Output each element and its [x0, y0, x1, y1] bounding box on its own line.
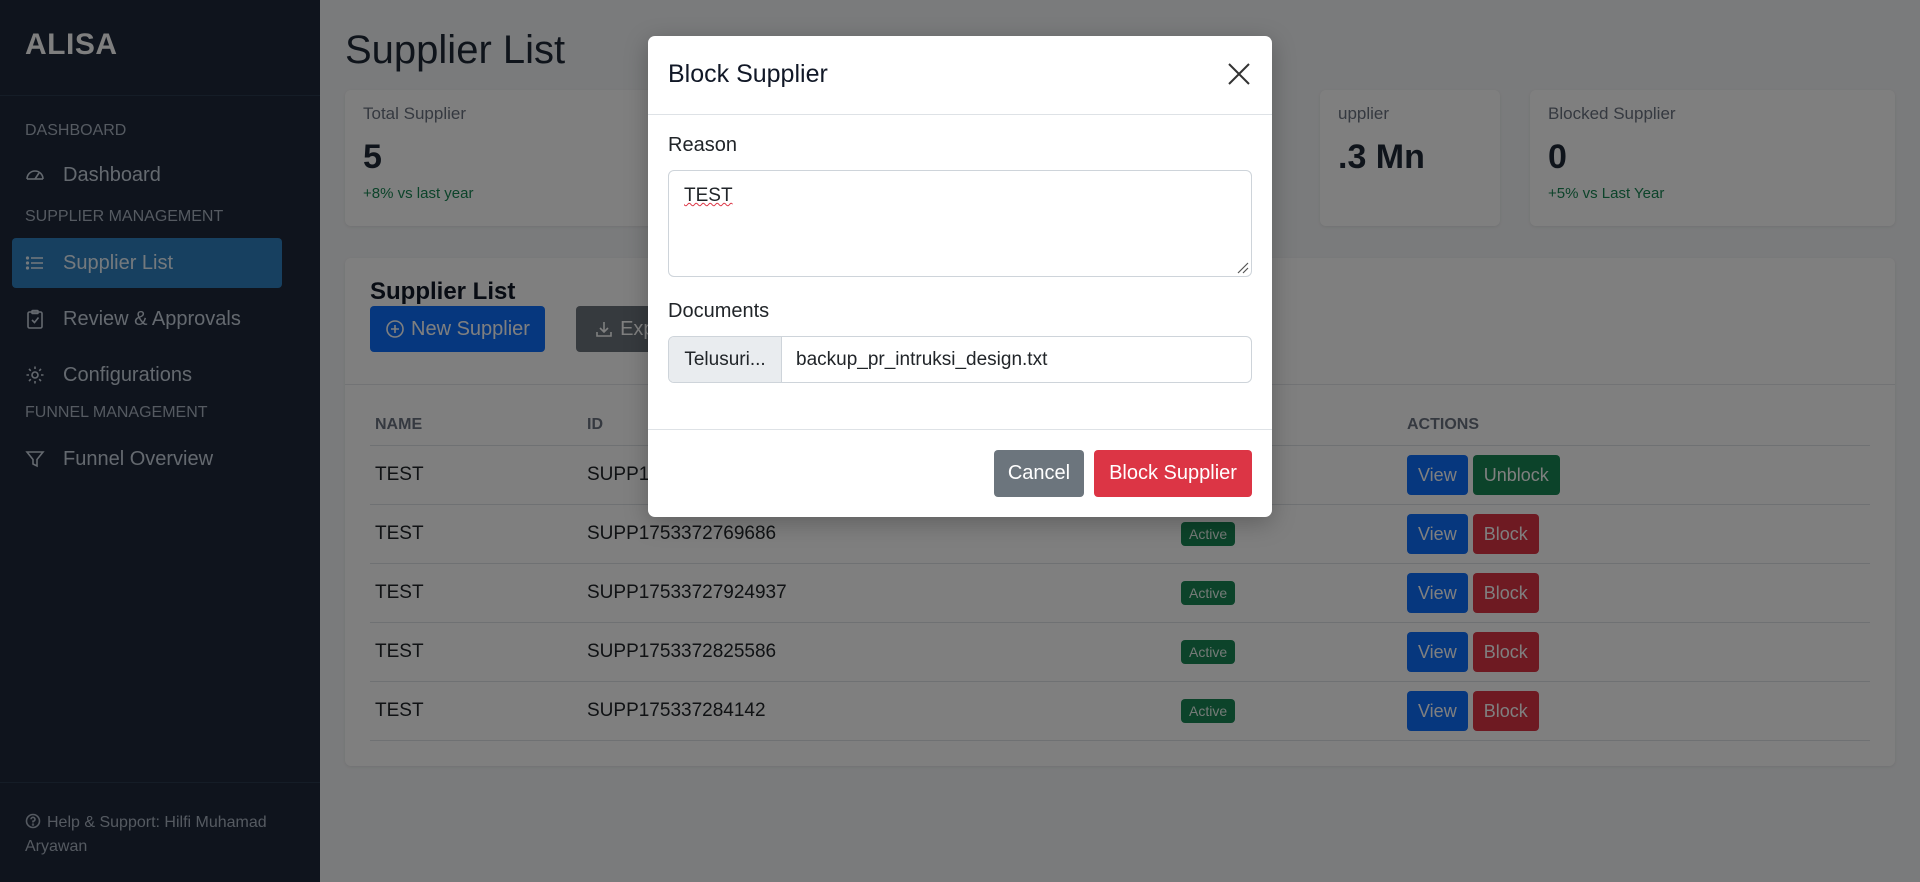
file-name: backup_pr_intruksi_design.txt	[796, 348, 1048, 370]
modal-title: Block Supplier	[668, 60, 828, 88]
documents-label: Documents	[668, 300, 770, 322]
block-supplier-modal: Block Supplier Reason TEST Documents Tel…	[648, 36, 1272, 517]
cancel-button[interactable]: Cancel	[994, 450, 1084, 497]
reason-value: TEST	[684, 185, 733, 206]
modal-body: Reason TEST Documents Telusuri... backup…	[668, 134, 1252, 383]
close-icon	[1228, 62, 1250, 85]
modal-header: Block Supplier	[648, 36, 1272, 115]
browse-button[interactable]: Telusuri...	[669, 337, 782, 382]
block-supplier-button[interactable]: Block Supplier	[1094, 450, 1252, 497]
modal-footer: Cancel Block Supplier	[648, 429, 1272, 517]
documents-file-input[interactable]: Telusuri... backup_pr_intruksi_design.tx…	[668, 336, 1252, 383]
close-button[interactable]	[1224, 60, 1254, 90]
reason-label: Reason	[668, 134, 737, 156]
reason-textarea[interactable]: TEST	[668, 170, 1252, 277]
resize-handle-icon[interactable]	[1235, 260, 1249, 274]
